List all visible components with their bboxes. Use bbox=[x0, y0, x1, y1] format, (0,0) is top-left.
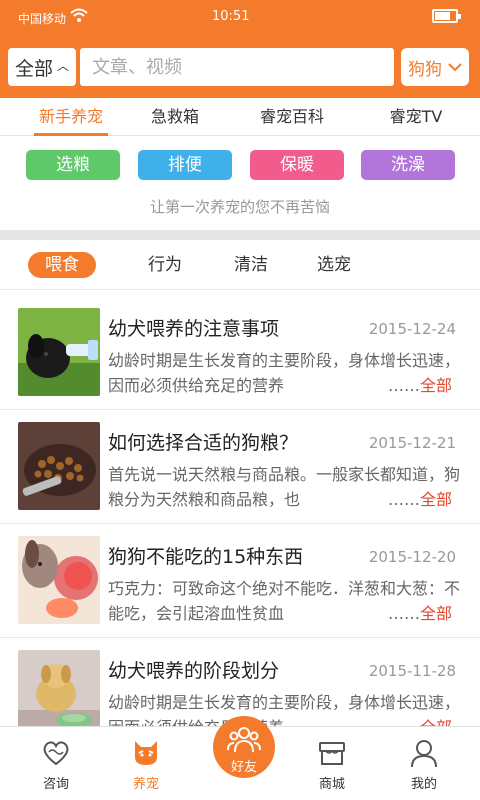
read-more-link[interactable]: ……全部 bbox=[383, 601, 452, 626]
cat-face-icon bbox=[130, 737, 162, 769]
article-title: 幼犬喂养的阶段划分 bbox=[108, 660, 280, 682]
article-date: 2015-11-28 bbox=[368, 662, 456, 680]
ellipsis: …… bbox=[387, 490, 420, 509]
article-title: 狗狗不能吃的15种东西 bbox=[108, 546, 304, 568]
top-tabs: 新手养宠 急救箱 睿宠百科 睿宠TV bbox=[0, 98, 480, 136]
ellipsis: …… bbox=[387, 376, 420, 395]
tab-first-aid[interactable]: 急救箱 bbox=[150, 98, 200, 136]
ellipsis: …… bbox=[387, 604, 420, 623]
tab-beginner[interactable]: 新手养宠 bbox=[34, 98, 108, 136]
pet-type-label: 狗狗 bbox=[408, 59, 442, 80]
article-thumbnail bbox=[18, 308, 100, 396]
chevron-up-icon: ︿ bbox=[57, 58, 70, 73]
scope-label: 全部 bbox=[14, 57, 53, 80]
list-item[interactable]: 幼犬喂养的注意事项 2015-12-24 幼龄时期是生长发育的主要阶段，身体增长… bbox=[0, 296, 480, 410]
pet-type-dropdown[interactable]: 狗狗 bbox=[401, 48, 469, 86]
heart-chat-icon bbox=[40, 737, 72, 769]
search-header: 全部 ︿ 狗狗 bbox=[0, 36, 480, 98]
nav-friends[interactable]: 好友 bbox=[213, 716, 275, 778]
nav-petcare[interactable]: 养宠 bbox=[106, 727, 186, 800]
chevron-down-icon bbox=[448, 57, 462, 77]
category-bath-button[interactable]: 洗澡 bbox=[361, 150, 455, 180]
read-more-label: 全部 bbox=[419, 604, 452, 623]
status-bar: 中国移动 10:51 bbox=[0, 0, 480, 36]
nav-petcare-label: 养宠 bbox=[132, 777, 159, 792]
category-buttons: 选粮 排便 保暖 洗澡 bbox=[0, 150, 480, 184]
tagline: 让第一次养宠的您不再苦恼 bbox=[149, 198, 330, 216]
nav-consult[interactable]: 咨询 bbox=[16, 727, 96, 800]
article-thumbnail bbox=[18, 650, 100, 738]
subtab-choosing[interactable]: 选宠 bbox=[309, 252, 359, 278]
read-more-link[interactable]: ……全部 bbox=[383, 373, 452, 398]
article-title: 幼犬喂养的注意事项 bbox=[108, 318, 280, 340]
category-food-button[interactable]: 选粮 bbox=[26, 150, 120, 180]
subtab-feeding[interactable]: 喂食 bbox=[28, 252, 96, 278]
battery-icon bbox=[432, 9, 461, 23]
category-toilet-button[interactable]: 排便 bbox=[138, 150, 232, 180]
read-more-label: 全部 bbox=[419, 376, 452, 395]
article-date: 2015-12-21 bbox=[368, 434, 456, 452]
article-thumbnail bbox=[18, 422, 100, 510]
sub-tabs: 喂食 行为 清洁 选宠 bbox=[0, 240, 480, 290]
read-more-label: 全部 bbox=[419, 490, 452, 509]
subtab-cleaning[interactable]: 清洁 bbox=[226, 252, 276, 278]
section-divider bbox=[0, 230, 480, 240]
article-date: 2015-12-24 bbox=[368, 320, 456, 338]
list-item[interactable]: 如何选择合适的狗粮？ 2015-12-21 首先说一说天然粮与商品粮。一般家长都… bbox=[0, 410, 480, 524]
article-date: 2015-12-20 bbox=[368, 548, 456, 566]
list-item[interactable]: 狗狗不能吃的15种东西 2015-12-20 巧克力：可致命这个绝对不能吃．洋葱… bbox=[0, 524, 480, 638]
search-input[interactable] bbox=[80, 48, 394, 86]
read-more-link[interactable]: ……全部 bbox=[383, 487, 452, 512]
tab-encyclopedia[interactable]: 睿宠百科 bbox=[260, 98, 324, 136]
nav-consult-label: 咨询 bbox=[42, 777, 69, 792]
friends-icon bbox=[227, 724, 261, 754]
nav-shop-label: 商城 bbox=[318, 777, 345, 792]
shop-icon bbox=[316, 737, 348, 769]
nav-friends-label: 好友 bbox=[230, 760, 257, 775]
category-warmth-button[interactable]: 保暖 bbox=[250, 150, 344, 180]
nav-shop[interactable]: 商城 bbox=[292, 727, 372, 800]
article-thumbnail bbox=[18, 536, 100, 624]
scope-dropdown[interactable]: 全部 ︿ bbox=[8, 48, 76, 86]
tab-tv[interactable]: 睿宠TV bbox=[388, 98, 444, 136]
clock: 10:51 bbox=[212, 9, 250, 24]
carrier-name: 中国移动 bbox=[18, 12, 67, 26]
wifi-icon bbox=[70, 8, 88, 25]
user-icon bbox=[408, 737, 440, 769]
nav-me-label: 我的 bbox=[410, 777, 437, 792]
subtab-behavior[interactable]: 行为 bbox=[140, 252, 190, 278]
nav-me[interactable]: 我的 bbox=[384, 727, 464, 800]
article-title: 如何选择合适的狗粮？ bbox=[108, 432, 299, 454]
